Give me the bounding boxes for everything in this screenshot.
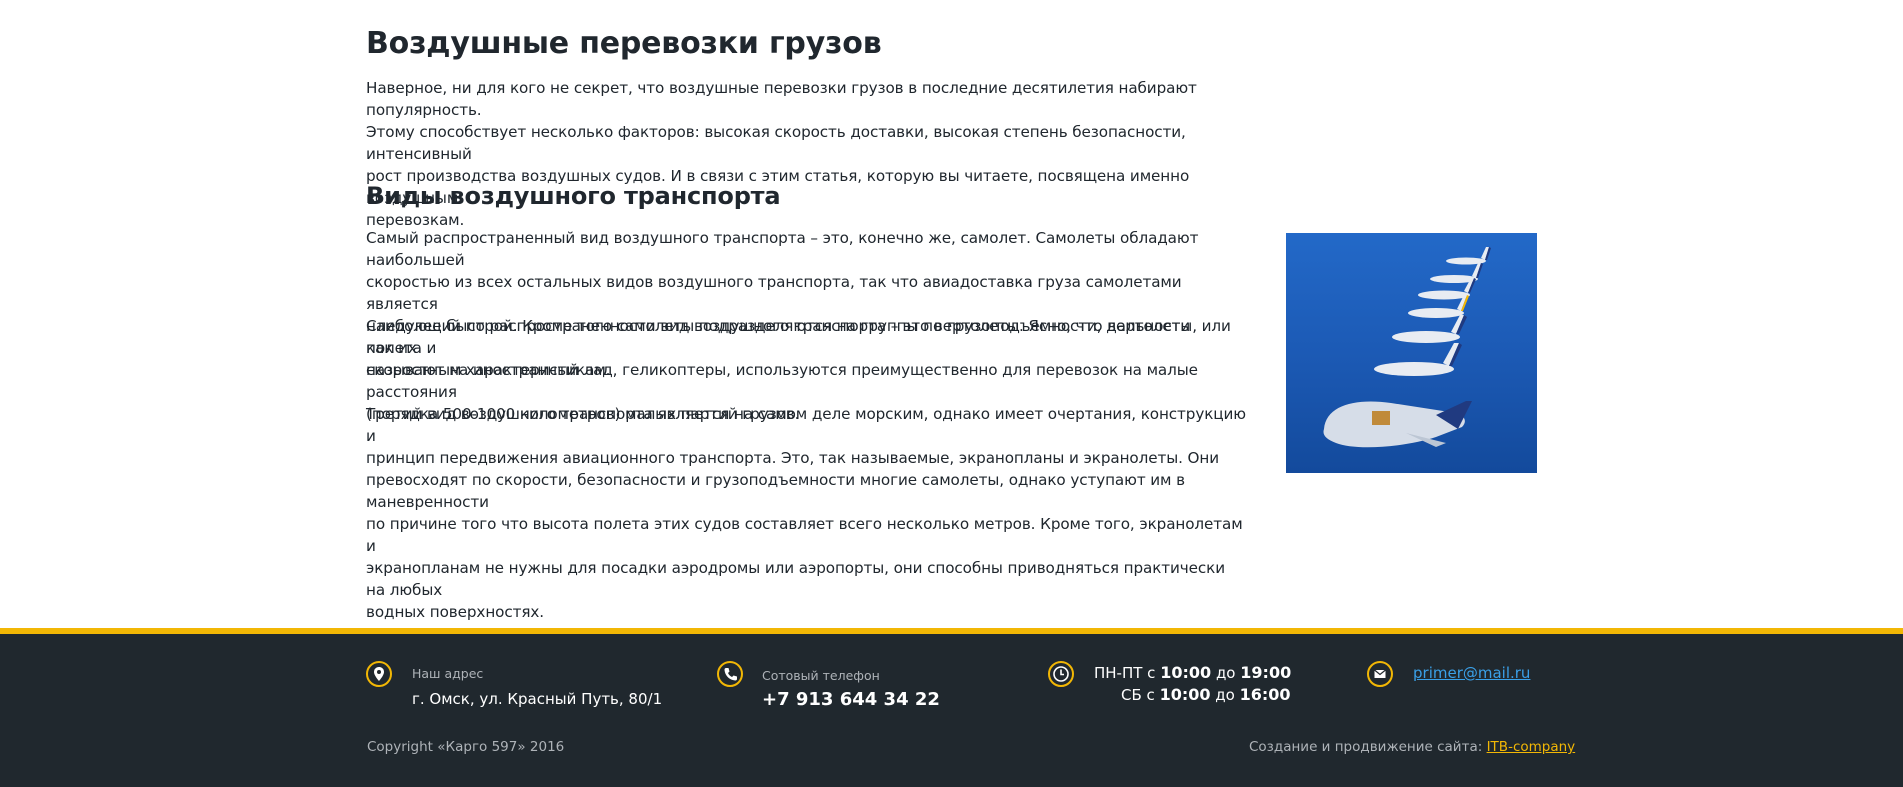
airplanes-illustration	[1286, 233, 1537, 473]
section-title: Виды воздушного транспорта	[366, 182, 781, 210]
footer: Наш адрес г. Омск, ул. Красный Путь, 80/…	[0, 634, 1903, 787]
page-title: Воздушные перевозки грузов	[366, 26, 882, 61]
phone-icon	[717, 661, 743, 687]
phone-number[interactable]: +7 913 644 34 22	[762, 689, 940, 710]
map-pin-icon	[366, 661, 392, 687]
ekranoplans-paragraph: Третий вид воздушного транспорта являетс…	[366, 405, 1246, 621]
hours-saturday: СБ с 10:00 до 16:00	[1121, 685, 1291, 704]
site-credit: Создание и продвижение сайта: ITB-compan…	[1249, 739, 1576, 755]
credit-link[interactable]: ITB-company	[1487, 739, 1576, 755]
mail-icon	[1367, 661, 1393, 687]
address-label: Наш адрес	[412, 666, 484, 681]
hours-weekdays: ПН-ПТ с 10:00 до 19:00	[1094, 663, 1292, 682]
airplanes-image	[1286, 233, 1537, 473]
address-value: г. Омск, ул. Красный Путь, 80/1	[412, 690, 663, 708]
phone-label: Сотовый телефон	[762, 668, 880, 683]
clock-icon	[1048, 661, 1074, 687]
email-link[interactable]: primer@mail.ru	[1413, 664, 1530, 682]
copyright: Copyright «Карго 597» 2016	[367, 739, 565, 755]
